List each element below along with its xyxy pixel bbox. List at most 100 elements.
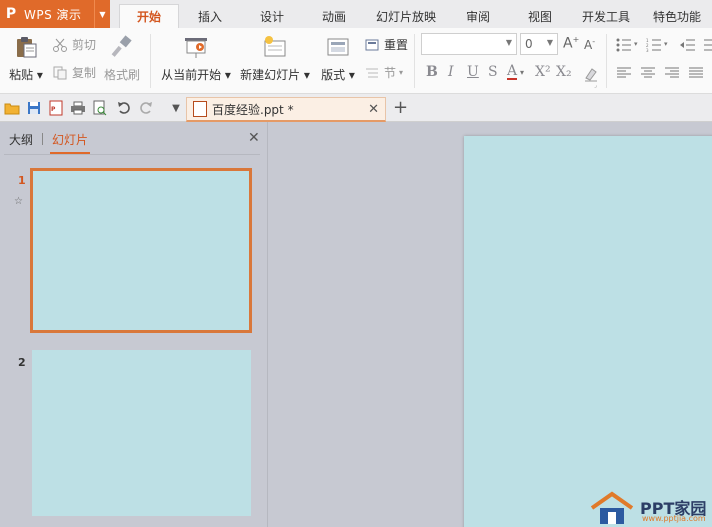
tab-home[interactable]: 开始 xyxy=(119,4,179,28)
close-panel-icon[interactable]: ✕ xyxy=(248,130,260,146)
increase-indent-icon[interactable] xyxy=(700,38,712,52)
scissors-icon xyxy=(52,37,68,53)
close-document-icon[interactable]: ✕ xyxy=(368,102,379,117)
font-dialog-launcher-icon[interactable]: ⌟ xyxy=(594,82,597,89)
decrease-indent-icon[interactable] xyxy=(680,38,696,52)
ribbon: 粘贴 ▾ 剪切 复制 格式刷 从当前开始 ▾ 新建幻灯片 ▾ 版式 ▾ 重置 节… xyxy=(0,28,712,94)
tab-review[interactable]: 审阅 xyxy=(452,4,504,28)
clipboard-icon xyxy=(12,34,40,60)
ppt-file-icon xyxy=(193,101,207,117)
layout-icon xyxy=(324,34,352,60)
grow-font-icon[interactable]: A+ xyxy=(563,35,579,52)
open-folder-icon[interactable] xyxy=(4,100,20,116)
tab-slideshow[interactable]: 幻灯片放映 xyxy=(368,4,444,28)
from-current-label: 从当前开始 ▾ xyxy=(161,68,231,82)
cut-button[interactable]: 剪切 xyxy=(52,36,96,53)
tab-insert[interactable]: 插入 xyxy=(183,4,237,28)
tab-design[interactable]: 设计 xyxy=(245,4,299,28)
font-size-value: 0 xyxy=(525,37,533,51)
tab-slides[interactable]: 幻灯片 xyxy=(52,131,88,148)
customize-toolbar-icon[interactable]: ▼ xyxy=(168,100,184,116)
numbered-list-icon[interactable]: 123 xyxy=(646,38,662,53)
subscript-button[interactable]: X₂ xyxy=(556,64,572,80)
reset-icon xyxy=(364,37,380,53)
animation-star-icon[interactable]: ☆ xyxy=(14,196,23,207)
new-slide-icon xyxy=(261,34,289,60)
section-icon xyxy=(364,65,380,81)
tab-outline[interactable]: 大纲 xyxy=(9,131,33,148)
document-tab[interactable]: 百度经验.ppt * ✕ xyxy=(186,97,386,122)
tab-view[interactable]: 视图 xyxy=(514,4,566,28)
new-slide-button[interactable]: 新建幻灯片 ▾ xyxy=(238,34,312,83)
menu-bar: P WPS 演示 ▼ 开始 插入 设计 动画 幻灯片放映 审阅 视图 开发工具 … xyxy=(0,0,712,28)
layout-label: 版式 ▾ xyxy=(321,68,355,82)
new-tab-icon[interactable]: + xyxy=(393,97,408,118)
section-dropdown-icon: ▾ xyxy=(399,68,404,77)
app-name: WPS 演示 xyxy=(24,7,82,22)
font-name-dropdown-icon[interactable]: ▼ xyxy=(506,38,512,47)
font-color-dropdown-icon[interactable]: ▾ xyxy=(520,68,524,77)
copy-label: 复制 xyxy=(72,66,97,80)
slide-thumbnail[interactable] xyxy=(32,350,251,516)
justify-icon[interactable] xyxy=(688,66,704,80)
export-pdf-icon[interactable]: P xyxy=(48,100,64,116)
font-size-dropdown-icon[interactable]: ▼ xyxy=(547,38,553,47)
reset-label: 重置 xyxy=(384,38,409,52)
separator xyxy=(414,34,415,88)
align-left-icon[interactable] xyxy=(616,66,632,80)
align-right-icon[interactable] xyxy=(664,66,680,80)
layout-button[interactable]: 版式 ▾ xyxy=(318,34,358,83)
paste-label: 粘贴 ▾ xyxy=(9,68,43,82)
bullet-list-dropdown-icon[interactable]: ▾ xyxy=(634,40,638,48)
slides-panel: 大纲 幻灯片 ✕ 1 ☆ 2 xyxy=(0,122,268,527)
new-slide-label: 新建幻灯片 ▾ xyxy=(240,68,310,82)
slide-number: 2 xyxy=(18,356,26,369)
font-size-select[interactable]: 0 ▼ xyxy=(520,33,558,55)
superscript-button[interactable]: X² xyxy=(535,64,551,80)
wps-logo-icon: P xyxy=(5,6,17,22)
strikethrough-button[interactable]: S xyxy=(488,64,498,80)
separator xyxy=(606,34,607,88)
slide-thumbnail[interactable] xyxy=(30,168,252,333)
section-button[interactable]: 节 ▾ xyxy=(364,64,403,81)
watermark-url: www.pptjia.com xyxy=(642,514,706,523)
copy-icon xyxy=(52,65,68,81)
bullet-list-icon[interactable] xyxy=(616,38,632,52)
reset-button[interactable]: 重置 xyxy=(364,36,408,53)
paste-button[interactable]: 粘贴 ▾ xyxy=(6,34,46,83)
format-painter-button[interactable]: 格式刷 xyxy=(102,34,142,83)
section-label: 节 xyxy=(384,66,397,80)
shrink-font-icon[interactable]: A- xyxy=(584,37,595,52)
numbered-list-dropdown-icon[interactable]: ▾ xyxy=(664,40,668,48)
undo-icon[interactable] xyxy=(116,100,132,116)
slide-canvas[interactable] xyxy=(464,136,712,527)
underline-button[interactable]: U xyxy=(467,64,479,80)
from-current-button[interactable]: 从当前开始 ▾ xyxy=(158,34,234,83)
italic-button[interactable]: I xyxy=(448,64,454,80)
tab-developer[interactable]: 开发工具 xyxy=(574,4,638,28)
quick-access-toolbar: P ▼ 百度经验.ppt * ✕ + xyxy=(0,94,712,122)
app-menu-button[interactable]: P WPS 演示 ▼ xyxy=(0,0,110,28)
redo-icon[interactable] xyxy=(138,100,154,116)
tab-divider xyxy=(42,133,43,145)
app-dropdown-icon[interactable]: ▼ xyxy=(94,0,110,28)
projector-icon xyxy=(182,34,210,60)
svg-text:P: P xyxy=(51,106,56,113)
font-name-select[interactable]: ▼ xyxy=(421,33,517,55)
panel-divider xyxy=(4,154,260,155)
copy-button[interactable]: 复制 xyxy=(52,64,96,81)
print-icon[interactable] xyxy=(70,100,86,116)
align-center-icon[interactable] xyxy=(640,66,656,80)
house-logo-icon xyxy=(590,491,634,524)
bold-button[interactable]: B xyxy=(426,64,438,80)
font-color-button[interactable]: A xyxy=(507,64,518,80)
tab-special-features[interactable]: 特色功能 xyxy=(644,4,710,28)
save-icon[interactable] xyxy=(26,100,42,116)
slide-number: 1 xyxy=(18,174,26,187)
document-title: 百度经验.ppt * xyxy=(212,102,294,117)
tab-animation[interactable]: 动画 xyxy=(307,4,361,28)
format-painter-label: 格式刷 xyxy=(103,68,140,82)
cut-label: 剪切 xyxy=(72,38,97,52)
print-preview-icon[interactable] xyxy=(92,100,108,116)
svg-text:3: 3 xyxy=(646,48,649,52)
